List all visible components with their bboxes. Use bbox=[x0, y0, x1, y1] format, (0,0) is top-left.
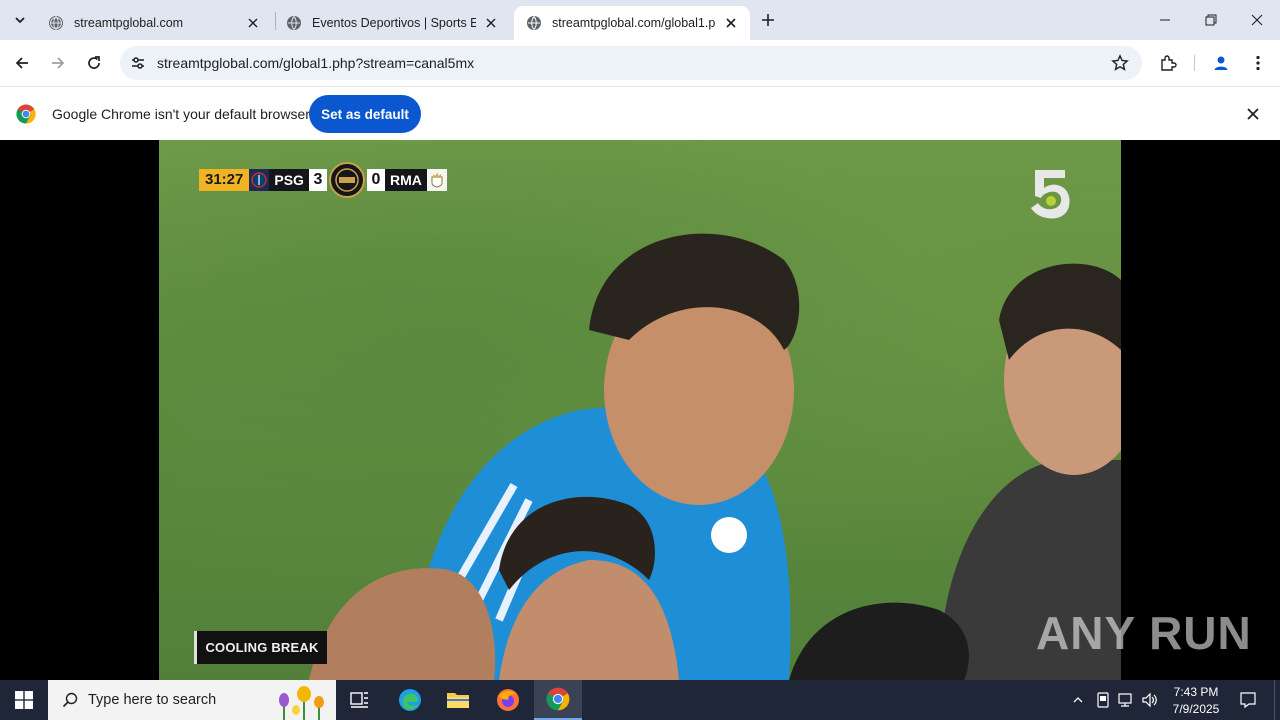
firefox-icon bbox=[497, 689, 519, 711]
show-desktop-button[interactable] bbox=[1274, 680, 1280, 720]
back-button[interactable] bbox=[6, 47, 38, 79]
close-icon bbox=[248, 18, 258, 28]
taskbar-clock[interactable]: 7:43 PM 7/9/2025 bbox=[1162, 682, 1230, 718]
chrome-app-button[interactable] bbox=[534, 680, 582, 720]
site-info-button[interactable] bbox=[126, 51, 150, 75]
watermark-text: ANY RUN bbox=[1036, 607, 1252, 659]
spring-flowers-icon bbox=[279, 686, 324, 720]
tab-3-active[interactable]: streamtpglobal.com/global1.ph bbox=[514, 6, 750, 40]
close-icon bbox=[726, 18, 736, 28]
tab-strip: streamtpglobal.com Eventos Deportivos | … bbox=[0, 0, 1280, 40]
chrome-icon bbox=[546, 687, 570, 711]
task-view-button[interactable] bbox=[336, 680, 384, 720]
page-content: 31:27 PSG 3 0 RMA 5 COOLING BREAK bbox=[0, 140, 1280, 680]
task-view-icon bbox=[350, 692, 368, 708]
file-explorer-button[interactable] bbox=[434, 680, 482, 720]
match-clock: 31:27 bbox=[199, 169, 250, 191]
speaker-icon bbox=[1142, 692, 1157, 708]
tab-title: streamtpglobal.com bbox=[74, 16, 184, 30]
home-score: 3 bbox=[308, 169, 327, 191]
lower-third-caption: COOLING BREAK bbox=[194, 631, 327, 664]
clock-date: 7/9/2025 bbox=[1172, 702, 1220, 716]
restore-button[interactable] bbox=[1188, 0, 1234, 40]
scorebug: 31:27 PSG 3 0 RMA bbox=[199, 162, 447, 198]
bookmark-button[interactable] bbox=[1108, 51, 1132, 75]
away-score: 0 bbox=[366, 169, 385, 191]
folder-icon bbox=[447, 693, 469, 708]
address-bar[interactable]: streamtpglobal.com/global1.php?stream=ca… bbox=[120, 46, 1142, 80]
close-icon bbox=[1247, 108, 1259, 120]
network-button[interactable] bbox=[1116, 690, 1136, 710]
toolbar-divider bbox=[1194, 55, 1195, 71]
close-window-button[interactable] bbox=[1234, 0, 1280, 40]
minimize-button[interactable] bbox=[1142, 0, 1188, 40]
arrow-left-icon bbox=[15, 57, 28, 69]
infobar-message: Google Chrome isn't your default browser bbox=[52, 106, 310, 122]
person-icon bbox=[1214, 56, 1228, 70]
tab-close-button[interactable] bbox=[244, 14, 262, 32]
notification-icon bbox=[1240, 692, 1256, 709]
tab-close-button[interactable] bbox=[482, 14, 500, 32]
more-vertical-icon bbox=[1256, 55, 1260, 71]
profile-button[interactable] bbox=[1207, 49, 1235, 77]
tab-1[interactable]: streamtpglobal.com bbox=[36, 6, 272, 40]
tournament-logo-icon bbox=[328, 162, 365, 198]
anyrun-watermark: ANY RUN bbox=[1036, 606, 1252, 660]
close-icon bbox=[1251, 14, 1263, 26]
minimize-icon bbox=[1160, 19, 1170, 21]
star-icon bbox=[1111, 54, 1129, 71]
reload-button[interactable] bbox=[78, 47, 110, 79]
channel-5-logo-icon bbox=[1031, 170, 1070, 219]
default-browser-infobar: Google Chrome isn't your default browser… bbox=[0, 86, 1280, 140]
video-frame-image bbox=[309, 233, 1121, 680]
chrome-logo-icon bbox=[16, 104, 36, 124]
forward-button[interactable] bbox=[42, 47, 74, 79]
windows-taskbar: Type here to search 7:43 PM 7/9/2025 bbox=[0, 680, 1280, 720]
tab-close-button[interactable] bbox=[722, 14, 740, 32]
globe-icon bbox=[49, 16, 63, 30]
volume-button[interactable] bbox=[1140, 690, 1160, 710]
url-text: streamtpglobal.com/global1.php?stream=ca… bbox=[157, 55, 475, 71]
edge-icon bbox=[399, 689, 421, 711]
globe-icon bbox=[287, 16, 301, 30]
tab-2[interactable]: Eventos Deportivos | Sports Eve bbox=[274, 6, 510, 40]
chrome-menu-button[interactable] bbox=[1244, 49, 1272, 77]
video-player[interactable]: 31:27 PSG 3 0 RMA 5 COOLING BREAK bbox=[159, 140, 1121, 680]
arrow-right-icon bbox=[52, 57, 65, 69]
puzzle-icon bbox=[1161, 55, 1177, 71]
network-icon bbox=[1118, 693, 1132, 707]
search-placeholder: Type here to search bbox=[88, 692, 217, 708]
tab-search-button[interactable] bbox=[8, 8, 32, 32]
notifications-button[interactable] bbox=[1236, 688, 1260, 712]
tab-title: Eventos Deportivos | Sports Eve bbox=[312, 16, 476, 30]
extensions-button[interactable] bbox=[1154, 49, 1182, 77]
chevron-down-icon bbox=[15, 17, 25, 24]
clock-time: 7:43 PM bbox=[1173, 685, 1219, 699]
away-team: RMA bbox=[384, 169, 427, 191]
taskbar-search-box[interactable]: Type here to search bbox=[48, 680, 336, 720]
close-icon bbox=[486, 18, 496, 28]
reload-icon bbox=[88, 56, 100, 69]
infobar-close-button[interactable] bbox=[1242, 103, 1264, 125]
new-tab-button[interactable] bbox=[756, 8, 780, 32]
real-madrid-crest-icon bbox=[426, 169, 447, 191]
tune-icon bbox=[132, 57, 144, 69]
firefox-app-button[interactable] bbox=[484, 680, 532, 720]
home-team: PSG bbox=[269, 169, 309, 191]
plus-icon bbox=[762, 14, 774, 26]
set-as-default-button[interactable]: Set as default bbox=[309, 95, 421, 133]
tab-title: streamtpglobal.com/global1.ph bbox=[552, 16, 716, 30]
show-hidden-icons-button[interactable] bbox=[1068, 690, 1088, 710]
globe-icon bbox=[527, 16, 541, 30]
search-icon bbox=[60, 690, 80, 710]
browser-toolbar: streamtpglobal.com/global1.php?stream=ca… bbox=[0, 40, 1280, 86]
start-button[interactable] bbox=[0, 680, 48, 720]
restore-icon bbox=[1205, 14, 1217, 26]
edge-app-button[interactable] bbox=[386, 680, 434, 720]
psg-crest-icon bbox=[249, 169, 270, 191]
tray-device-button[interactable] bbox=[1093, 690, 1113, 710]
device-icon bbox=[1097, 692, 1109, 708]
windows-logo-icon bbox=[15, 691, 33, 709]
chevron-up-icon bbox=[1073, 697, 1083, 703]
